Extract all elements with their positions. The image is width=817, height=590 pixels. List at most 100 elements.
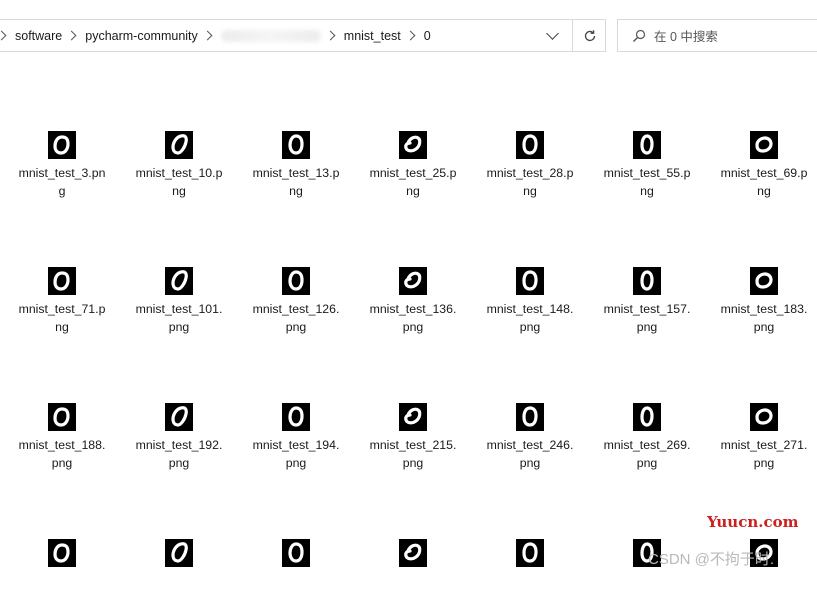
image-thumbnail-icon bbox=[633, 131, 661, 159]
image-thumbnail-icon bbox=[633, 403, 661, 431]
file-item[interactable]: mnist_test_28.p ng bbox=[475, 131, 585, 200]
file-item[interactable] bbox=[241, 539, 351, 590]
image-thumbnail-icon bbox=[282, 539, 310, 567]
file-item[interactable] bbox=[358, 539, 468, 590]
image-thumbnail-icon bbox=[633, 267, 661, 295]
file-name-line2: png bbox=[168, 320, 190, 334]
file-item[interactable]: mnist_test_148. png bbox=[475, 267, 585, 336]
image-thumbnail-icon bbox=[165, 131, 193, 159]
file-item[interactable]: mnist_test_10.p ng bbox=[124, 131, 234, 200]
file-name-line1: mnist_test_13.p bbox=[252, 166, 340, 180]
file-name: mnist_test_192. png bbox=[124, 436, 234, 472]
file-name bbox=[709, 572, 817, 590]
file-item[interactable]: mnist_test_271. png bbox=[709, 403, 817, 472]
file-name-line1: mnist_test_271. bbox=[720, 438, 808, 452]
file-name-line1: mnist_test_25.p bbox=[369, 166, 457, 180]
file-item[interactable]: mnist_test_192. png bbox=[124, 403, 234, 472]
file-name-line1: mnist_test_136. bbox=[369, 302, 457, 316]
file-name-line2: png bbox=[519, 456, 541, 470]
file-name: mnist_test_215.png bbox=[358, 436, 468, 472]
file-name-line2: ng bbox=[640, 184, 654, 198]
image-thumbnail-icon bbox=[399, 267, 427, 295]
file-name-line1: mnist_test_55.p bbox=[603, 166, 691, 180]
file-name: mnist_test_55.png bbox=[592, 164, 702, 200]
file-name-line1: mnist_test_188. bbox=[18, 438, 106, 452]
file-item[interactable]: mnist_test_157.png bbox=[592, 267, 702, 336]
file-name: mnist_test_148. png bbox=[475, 300, 585, 336]
image-thumbnail-icon bbox=[750, 131, 778, 159]
file-item[interactable]: mnist_test_101. png bbox=[124, 267, 234, 336]
file-item[interactable]: mnist_test_126. png bbox=[241, 267, 351, 336]
file-name-line2: ng bbox=[406, 184, 420, 198]
file-name: mnist_test_157.png bbox=[592, 300, 702, 336]
file-name: mnist_test_136.png bbox=[358, 300, 468, 336]
file-name-line1: mnist_test_157. bbox=[603, 302, 691, 316]
file-name: mnist_test_183. png bbox=[709, 300, 817, 336]
file-name-line2: ng bbox=[523, 184, 537, 198]
file-name-line1: mnist_test_194. bbox=[252, 438, 340, 452]
file-name bbox=[241, 572, 351, 590]
image-thumbnail-icon bbox=[516, 267, 544, 295]
watermark-site: Yuucn.com bbox=[707, 513, 799, 531]
file-item[interactable]: mnist_test_3.pn g bbox=[7, 131, 117, 200]
file-name-line1: mnist_test_126. bbox=[252, 302, 340, 316]
file-name-line2: png bbox=[636, 456, 658, 470]
file-name: mnist_test_25.png bbox=[358, 164, 468, 200]
file-name-line2: png bbox=[636, 320, 658, 334]
image-thumbnail-icon bbox=[48, 267, 76, 295]
file-item[interactable]: mnist_test_13.png bbox=[241, 131, 351, 200]
file-name-line2: png bbox=[402, 320, 424, 334]
file-name-line1: mnist_test_246. bbox=[486, 438, 574, 452]
file-name-line2: png bbox=[168, 456, 190, 470]
file-name-line1: mnist_test_10.p bbox=[135, 166, 223, 180]
file-name-line2: png bbox=[519, 320, 541, 334]
image-thumbnail-icon bbox=[282, 131, 310, 159]
file-name: mnist_test_246.png bbox=[475, 436, 585, 472]
image-thumbnail-icon bbox=[750, 267, 778, 295]
image-thumbnail-icon bbox=[48, 403, 76, 431]
file-name: mnist_test_188.png bbox=[7, 436, 117, 472]
file-name: mnist_test_3.pn g bbox=[7, 164, 117, 200]
watermark-csdn: CSDN @不拘于时. bbox=[648, 551, 775, 568]
file-name-line1: mnist_test_71.p bbox=[18, 302, 106, 316]
image-thumbnail-icon bbox=[399, 539, 427, 567]
file-item[interactable]: mnist_test_136.png bbox=[358, 267, 468, 336]
file-item[interactable] bbox=[475, 539, 585, 590]
file-name-line2: png bbox=[51, 456, 73, 470]
file-name-line1: mnist_test_215. bbox=[369, 438, 457, 452]
image-thumbnail-icon bbox=[516, 539, 544, 567]
file-item[interactable]: mnist_test_269. png bbox=[592, 403, 702, 472]
file-item[interactable]: mnist_test_55.png bbox=[592, 131, 702, 200]
image-thumbnail-icon bbox=[165, 267, 193, 295]
image-thumbnail-icon bbox=[282, 267, 310, 295]
file-item[interactable]: mnist_test_71.png bbox=[7, 267, 117, 336]
file-name-line2: png bbox=[402, 456, 424, 470]
file-name-line1: mnist_test_69.p bbox=[720, 166, 808, 180]
file-name bbox=[475, 572, 585, 590]
file-item[interactable]: mnist_test_194. png bbox=[241, 403, 351, 472]
file-grid: mnist_test_3.pn g mnist_test_10.p ng mnist_t… bbox=[0, 0, 817, 577]
file-name-line2: ng bbox=[289, 184, 303, 198]
file-item[interactable]: mnist_test_183. png bbox=[709, 267, 817, 336]
file-name: mnist_test_28.p ng bbox=[475, 164, 585, 200]
image-thumbnail-icon bbox=[516, 131, 544, 159]
file-name-line2: ng bbox=[757, 184, 771, 198]
file-name bbox=[592, 572, 702, 590]
image-thumbnail-icon bbox=[165, 403, 193, 431]
file-name: mnist_test_269. png bbox=[592, 436, 702, 472]
file-name bbox=[124, 572, 234, 590]
file-name: mnist_test_101. png bbox=[124, 300, 234, 336]
file-item[interactable]: mnist_test_69.png bbox=[709, 131, 817, 200]
file-item[interactable]: mnist_test_215.png bbox=[358, 403, 468, 472]
file-item[interactable]: mnist_test_188.png bbox=[7, 403, 117, 472]
file-item[interactable] bbox=[124, 539, 234, 590]
file-name-line2: ng bbox=[55, 320, 69, 334]
image-thumbnail-icon bbox=[48, 131, 76, 159]
file-name bbox=[7, 572, 117, 590]
file-name: mnist_test_194. png bbox=[241, 436, 351, 472]
file-name: mnist_test_69.png bbox=[709, 164, 817, 200]
file-item[interactable]: mnist_test_25.png bbox=[358, 131, 468, 200]
image-thumbnail-icon bbox=[165, 539, 193, 567]
file-item[interactable] bbox=[7, 539, 117, 590]
file-item[interactable]: mnist_test_246.png bbox=[475, 403, 585, 472]
